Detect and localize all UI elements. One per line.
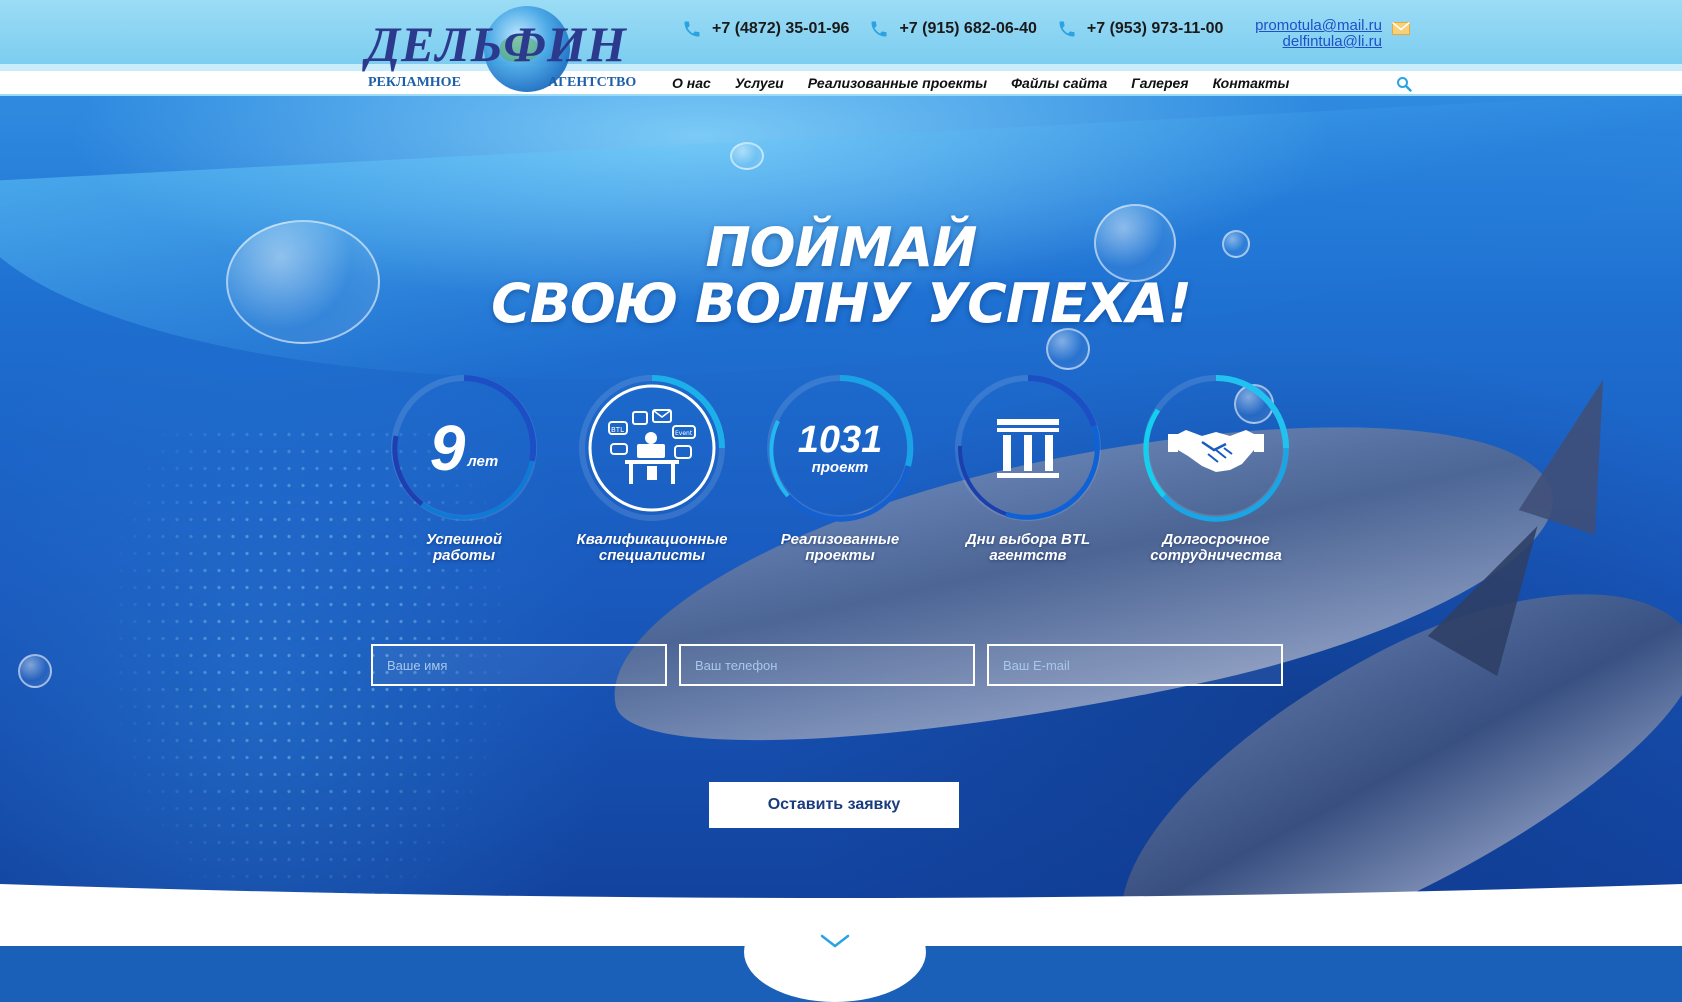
headline-line-2: СВОЮ ВОЛНУ УСПЕХА! [491, 272, 1192, 335]
stat-label: Успешной работы [370, 532, 558, 564]
stat-value: 9 [429, 412, 466, 484]
stat-inner: 9 лет [404, 388, 524, 508]
phone-item[interactable]: +7 (4872) 35-01-96 [682, 19, 849, 39]
phone-list: +7 (4872) 35-01-96 +7 (915) 682-06-40 +7… [682, 18, 1243, 40]
email-list: promotula@mail.ru delfintula@li.ru [1230, 18, 1382, 50]
scroll-down-button[interactable] [744, 902, 926, 1002]
stat-label-line: сотрудничества [1150, 547, 1282, 564]
stat-label: Квалификационные специалисты [558, 532, 746, 564]
stat-inner [1156, 388, 1276, 508]
nav-item-files[interactable]: Файлы сайта [1011, 73, 1107, 93]
submit-request-button[interactable]: Оставить заявку [709, 782, 959, 828]
nav-item-services[interactable]: Услуги [735, 73, 784, 93]
stat-label: Долгосрочное сотрудничества [1122, 532, 1310, 564]
dolphin-fin [1518, 367, 1642, 535]
nav-item-about[interactable]: О нас [672, 73, 711, 93]
logo-subtitle-left: РЕКЛАМНОЕ [368, 75, 461, 90]
stat-circle [955, 375, 1101, 521]
columns-building-icon [997, 419, 1059, 478]
stat-inner: BTL Event [592, 388, 712, 508]
svg-text:Event: Event [675, 430, 693, 437]
stat-label-line: Успешной [426, 531, 502, 548]
stat-unit: лет [467, 453, 499, 470]
search-icon[interactable] [1396, 76, 1412, 92]
phone-icon [871, 21, 887, 37]
phone-icon [1059, 21, 1075, 37]
bubble [18, 654, 52, 688]
specialist-desk-icon: BTL Event [608, 409, 696, 484]
phone-number: +7 (953) 973-11-00 [1086, 20, 1224, 37]
main-nav: О нас Услуги Реализованные проекты Файлы… [672, 73, 1313, 93]
phone-field[interactable] [679, 644, 975, 686]
header-stripe [0, 64, 1682, 71]
phone-item[interactable]: +7 (915) 682-06-40 [869, 19, 1037, 39]
stat-item-projects: 1031 проект Реализованные проекты [746, 370, 934, 564]
stat-item-cooperation: Долгосрочное сотрудничества [1122, 370, 1310, 564]
stat-item-specialists: BTL Event Квалификационные специалисты [558, 370, 746, 564]
phone-icon [684, 21, 700, 37]
email-link[interactable]: promotula@mail.ru [1230, 18, 1382, 34]
stat-label-line: Долгосрочное [1162, 531, 1270, 548]
handshake-icon [1168, 430, 1264, 472]
stat-circle: 9 лет [391, 375, 537, 521]
header-bottom-line [0, 94, 1682, 96]
stat-circle: BTL Event [579, 375, 725, 521]
stat-label-line: агентств [989, 547, 1067, 564]
stat-circle [1143, 375, 1289, 522]
stat-label-line: Реализованные [780, 531, 900, 548]
headline-line-1: ПОЙМАЙ [705, 216, 977, 279]
nav-item-contacts[interactable]: Контакты [1213, 73, 1290, 93]
site-header: ДЕЛЬФИН РЕКЛАМНОЕ АГЕНТСТВО +7 (4872) 35… [0, 0, 1682, 96]
nav-item-gallery[interactable]: Галерея [1131, 73, 1188, 93]
phone-item[interactable]: +7 (953) 973-11-00 [1057, 19, 1224, 39]
stat-item-btl-days: Дни выбора BTL агентств [934, 370, 1122, 564]
lead-form [371, 644, 1295, 686]
stat-label-line: специалисты [598, 547, 706, 564]
stat-label-line: проекты [805, 547, 875, 564]
stat-circle: 1031 проект [767, 374, 914, 522]
stats-row: 9 лет Успешной работы BTL Event Квалифик… [370, 370, 1310, 590]
stat-label-line: Дни выбора BTL [965, 531, 1091, 548]
name-field[interactable] [371, 644, 667, 686]
hero-headline: ПОЙМАЙ СВОЮ ВОЛНУ УСПЕХА! [0, 220, 1682, 332]
stat-unit: проект [811, 458, 869, 476]
phone-number: +7 (4872) 35-01-96 [712, 20, 850, 37]
bubble [730, 142, 764, 170]
stat-item-years: 9 лет Успешной работы [370, 370, 558, 564]
email-link[interactable]: delfintula@li.ru [1230, 34, 1382, 50]
phone-number: +7 (915) 682-06-40 [899, 20, 1037, 37]
logo[interactable]: ДЕЛЬФИН РЕКЛАМНОЕ АГЕНТСТВО [366, 4, 646, 94]
logo-text: ДЕЛЬФИН [366, 16, 627, 72]
nav-item-projects[interactable]: Реализованные проекты [808, 73, 987, 93]
envelope-icon [1392, 22, 1410, 35]
stat-value: 1031 [797, 418, 883, 461]
stat-label-line: работы [432, 547, 496, 564]
stat-inner [968, 388, 1088, 508]
logo-subtitle-right: АГЕНТСТВО [548, 75, 637, 90]
email-field[interactable] [987, 644, 1283, 686]
stat-label: Дни выбора BTL агентств [934, 532, 1122, 564]
stat-inner: 1031 проект [780, 388, 900, 508]
stat-label-line: Квалификационные [576, 531, 728, 548]
stat-label: Реализованные проекты [746, 532, 934, 564]
svg-text:BTL: BTL [611, 426, 624, 434]
